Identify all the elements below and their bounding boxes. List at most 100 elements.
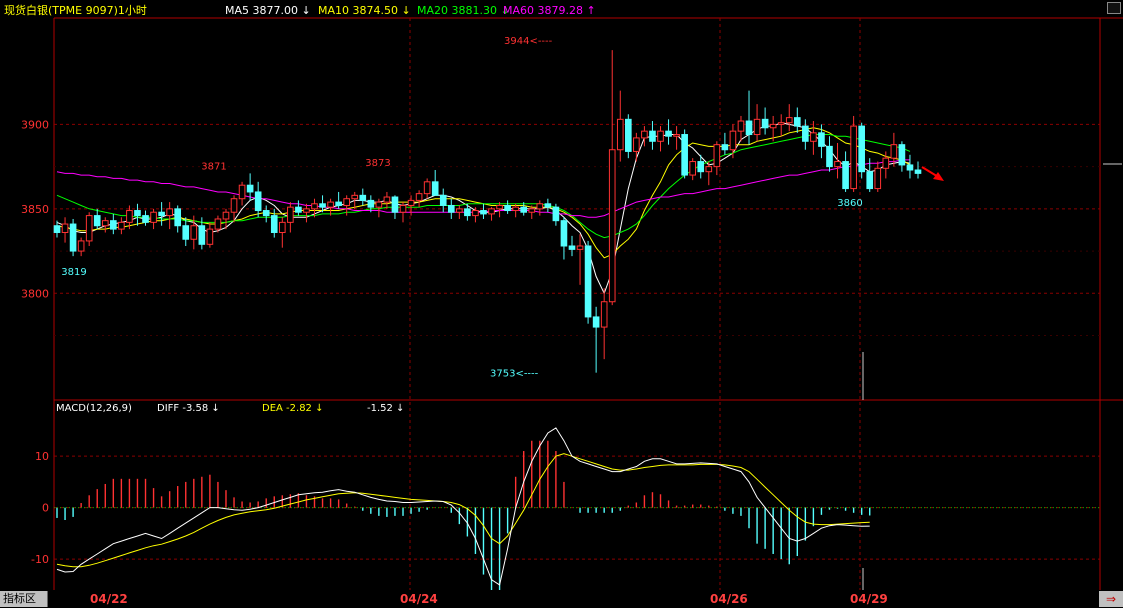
- candle-up: [600, 301, 608, 328]
- candle-down: [592, 316, 600, 328]
- candle-up: [512, 206, 519, 212]
- candle-down: [93, 215, 101, 227]
- candle-down: [198, 225, 206, 245]
- candle-up: [222, 211, 230, 220]
- candle-up: [383, 196, 391, 203]
- candle-down: [319, 203, 326, 208]
- candle-up: [311, 203, 318, 210]
- candle-down: [391, 196, 399, 213]
- dea-line: [56, 453, 870, 568]
- chart-canvas: 3900 3850 3800 10 0 -10 3944<---- 3753<---- 3871…: [21, 17, 1123, 590]
- candle-up: [238, 184, 246, 200]
- ma10-legend: MA10 3874.50 ↓: [318, 4, 411, 17]
- date-label: 04/24: [400, 592, 438, 606]
- ma20-line: [56, 134, 911, 239]
- candle-down: [69, 223, 77, 252]
- price-tick-label: 3850: [21, 203, 49, 216]
- candle-up: [608, 149, 616, 303]
- candle-up: [890, 144, 898, 159]
- candle-down: [793, 117, 801, 127]
- candle-up: [737, 120, 745, 132]
- candle-down: [142, 215, 149, 223]
- double-arrow-right-icon[interactable]: ⇒: [1099, 591, 1123, 607]
- price-annotation: 3819: [61, 267, 86, 278]
- macd-value: -1.52 ↓: [367, 403, 405, 414]
- price-annotation: 3753<----: [490, 369, 539, 380]
- macd-panel: [54, 427, 1100, 590]
- candle-down: [649, 130, 656, 142]
- candle-up: [729, 130, 737, 151]
- candle-down: [906, 164, 914, 171]
- date-label: 04/26: [710, 592, 748, 606]
- candle-down: [246, 184, 254, 193]
- candle-down: [560, 220, 568, 247]
- window-toggle-button[interactable]: [1107, 2, 1121, 14]
- macd-tick-label: -10: [31, 553, 49, 566]
- candle-down: [625, 118, 632, 152]
- candle-up: [810, 132, 817, 142]
- candle-down: [520, 206, 528, 213]
- candle-up: [399, 204, 407, 213]
- macd-name: MACD(12,26,9): [56, 403, 132, 414]
- candle-up: [576, 245, 584, 250]
- ma60-legend: MA60 3879.28 ↑: [503, 4, 596, 17]
- macd-diff: DIFF -3.58 ↓: [157, 403, 220, 414]
- candle-up: [375, 201, 383, 208]
- candle-down: [842, 161, 849, 190]
- price-tick-label: 3900: [21, 118, 49, 131]
- candle-up: [882, 157, 890, 169]
- candle-down: [552, 206, 560, 222]
- candle-down: [359, 194, 367, 201]
- price-annotation: 3873: [365, 158, 390, 169]
- candle-up: [713, 144, 721, 168]
- indicator-zone-button[interactable]: 指标区: [0, 591, 48, 607]
- candle-down: [335, 201, 342, 206]
- candle-up: [206, 228, 214, 245]
- candle-up: [101, 220, 109, 227]
- candle-up: [303, 208, 310, 213]
- candle-down: [110, 220, 117, 230]
- macd-tick-label: 10: [35, 450, 49, 463]
- candle-down: [745, 120, 753, 136]
- candle-down: [826, 145, 833, 168]
- candle-up: [343, 198, 350, 206]
- candle-down: [431, 181, 439, 196]
- candle-down: [480, 210, 487, 215]
- candle-down: [367, 199, 375, 208]
- candle-up: [351, 194, 359, 200]
- chart-title: 现货白银(TPME 9097)1小时: [4, 4, 147, 17]
- candle-up: [327, 201, 334, 208]
- bottom-bar: [0, 591, 1123, 608]
- candle-up: [61, 223, 69, 233]
- candle-up: [874, 167, 882, 190]
- price-tick-label: 3800: [21, 287, 49, 300]
- candle-up: [230, 198, 238, 213]
- candle-up: [777, 122, 785, 125]
- candle-down: [134, 210, 141, 217]
- macd-tick-label: 0: [42, 502, 49, 515]
- price-annotation: 3944<----: [504, 36, 553, 47]
- candle-up: [633, 137, 640, 152]
- candle-up: [472, 210, 479, 217]
- candle-down: [898, 144, 906, 166]
- candle-down: [53, 225, 61, 233]
- candle-down: [761, 118, 769, 129]
- candle-up: [287, 206, 294, 223]
- candle-up: [641, 130, 648, 139]
- candle-down: [914, 169, 922, 174]
- candle-up: [673, 134, 680, 137]
- candle-down: [721, 144, 729, 151]
- candle-down: [158, 211, 165, 217]
- candle-up: [488, 208, 495, 215]
- candle-down: [568, 245, 576, 250]
- candle-down: [464, 208, 471, 217]
- candle-up: [278, 221, 286, 233]
- date-label: 04/22: [90, 592, 128, 606]
- price-annotation: 3871: [201, 161, 226, 172]
- candle-up: [657, 130, 664, 142]
- candle-down: [254, 191, 262, 212]
- candle-down: [270, 215, 278, 233]
- candle-up: [705, 166, 713, 173]
- candle-down: [447, 204, 455, 213]
- candle-up: [496, 204, 503, 210]
